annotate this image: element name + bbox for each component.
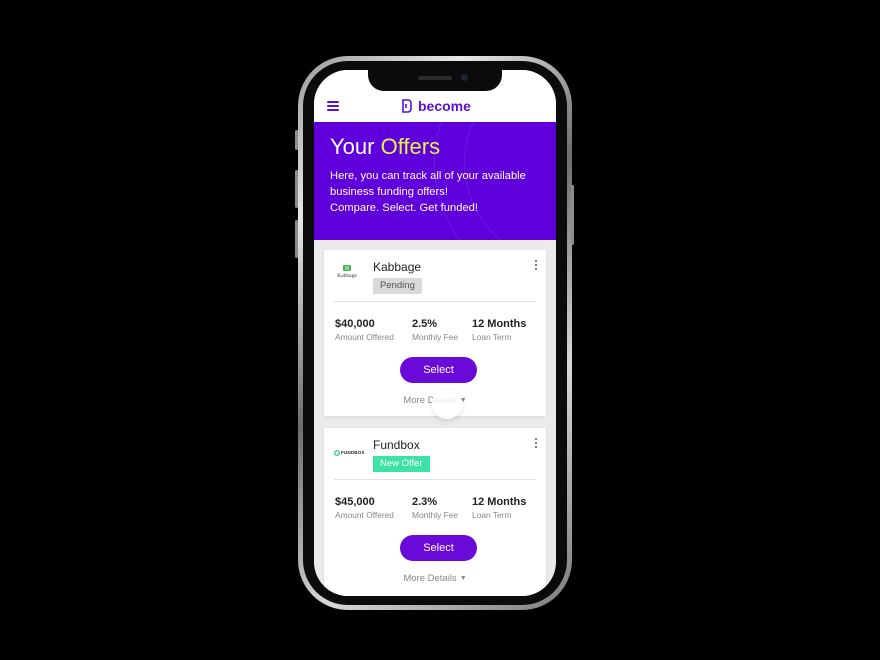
stat-fee: 2.5% Monthly Fee [412, 318, 458, 342]
more-details-label: More Details [403, 573, 457, 584]
front-camera [461, 74, 468, 81]
status-badge-new-offer: New Offer [373, 456, 430, 472]
lender-name: Fundbox [373, 438, 420, 452]
offer-card-kabbage: Kabbage Kabbage Pending $40,000 Amount O… [324, 250, 546, 419]
phone-screen: become Your Offers Here, you can track a… [314, 70, 556, 596]
fee-value: 2.3% [412, 496, 438, 508]
select-offer-button[interactable]: Select [400, 357, 477, 383]
hamburger-menu-icon[interactable] [327, 101, 339, 111]
card-divider [334, 479, 536, 480]
card-divider [334, 301, 536, 302]
more-options-icon[interactable] [534, 438, 538, 450]
stat-amount: $45,000 Amount Offered [335, 496, 394, 520]
kabbage-logo: Kabbage [334, 264, 360, 286]
brand-name: become [418, 98, 471, 114]
fundbox-logo: FUNDBOX [334, 442, 364, 464]
chevron-down-icon: ▼ [459, 575, 467, 582]
term-label: Loan Term [472, 332, 512, 342]
hero-description-line: Here, you can track all of your availabl… [330, 170, 526, 182]
notch [368, 70, 502, 91]
amount-label: Amount Offered [335, 332, 394, 342]
stat-term: 12 Months Loan Term [472, 318, 526, 342]
stat-fee: 2.3% Monthly Fee [412, 496, 458, 520]
hero-banner: Your Offers Here, you can track all of y… [314, 122, 556, 240]
speaker-grille [418, 76, 452, 80]
term-value: 12 Months [472, 496, 527, 508]
fundbox-logo-text: FUNDBOX [341, 450, 365, 455]
hero-tagline: Compare. Select. Get funded! [330, 202, 479, 214]
more-details-link[interactable]: More Details ▼ [324, 573, 546, 584]
amount-label: Amount Offered [335, 510, 394, 520]
stat-amount: $40,000 Amount Offered [335, 318, 394, 342]
more-options-icon[interactable] [534, 260, 538, 272]
lender-name: Kabbage [373, 260, 422, 274]
fee-value: 2.5% [412, 318, 438, 330]
kabbage-logo-text: Kabbage [337, 273, 357, 279]
title-prefix: Your [330, 134, 375, 159]
amount-value: $40,000 [335, 318, 375, 330]
term-value: 12 Months [472, 318, 527, 330]
mute-switch [295, 130, 298, 150]
page-title: Your Offers [330, 134, 440, 160]
select-offer-button[interactable]: Select [400, 535, 477, 561]
volume-down-button [295, 220, 298, 258]
touch-indicator [432, 389, 462, 419]
fee-label: Monthly Fee [412, 332, 459, 342]
title-accent: Offers [380, 134, 441, 159]
brand-logo[interactable]: become [402, 97, 471, 115]
status-badge-pending: Pending [373, 278, 422, 294]
volume-up-button [295, 170, 298, 208]
hero-description-line: business funding offers! [330, 186, 448, 198]
offer-card-fundbox: FUNDBOX Fundbox New Offer $45,000 Amount… [324, 428, 546, 596]
amount-value: $45,000 [335, 496, 375, 508]
term-label: Loan Term [472, 510, 512, 520]
stat-term: 12 Months Loan Term [472, 496, 526, 520]
become-logo-icon [402, 99, 412, 113]
fee-label: Monthly Fee [412, 510, 459, 520]
power-button [571, 185, 574, 245]
